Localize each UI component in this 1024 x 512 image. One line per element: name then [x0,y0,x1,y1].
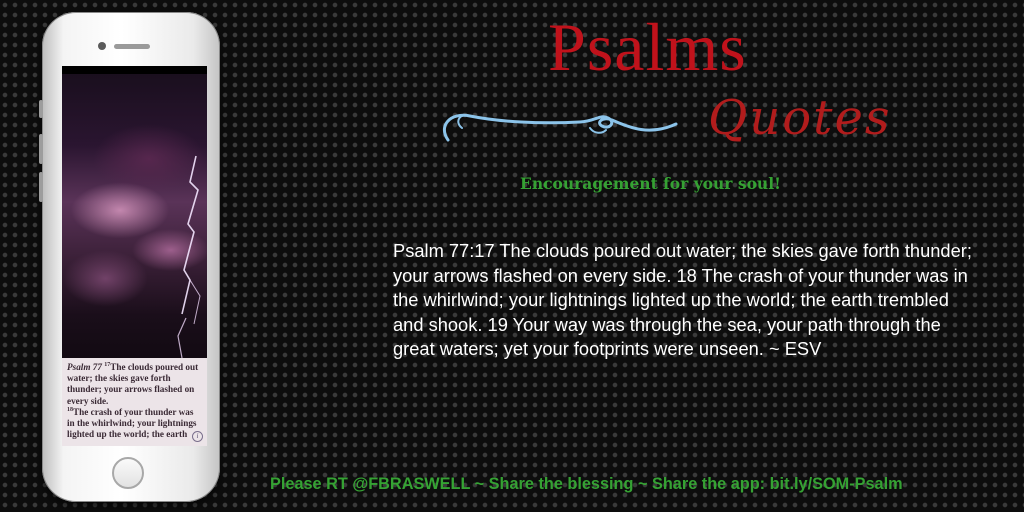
verse-card[interactable]: Psalm 77 17The clouds poured out water; … [62,358,207,446]
tagline: Encouragement for your soul! [520,174,781,193]
front-camera [98,42,106,50]
footer-call-to-action[interactable]: Please RT @FBRASWELL ~ Share the blessin… [270,471,1010,497]
page-subtitle-script: Quotes [708,90,892,146]
storm-cloud-image [62,74,207,358]
phone-mockup: Psalm 77 17The clouds poured out water; … [39,12,220,502]
flourish-icon [442,113,678,142]
lightning-bolt-icon [177,155,201,358]
phone-screen: Psalm 77 17The clouds poured out water; … [62,66,207,446]
info-icon[interactable]: i [192,431,203,442]
verse-reference: Psalm 77 [67,362,102,372]
home-button-icon[interactable] [112,457,144,489]
phone-volume-down [39,172,43,202]
page-title: Psalms [548,9,747,85]
phone-mute-switch [39,100,43,118]
verse-quote: Psalm 77:17 The clouds poured out water;… [393,240,972,360]
earpiece-speaker [114,44,150,49]
phone-volume-up [39,134,43,164]
verse-text: The crash of your thunder was in the whi… [67,406,197,440]
